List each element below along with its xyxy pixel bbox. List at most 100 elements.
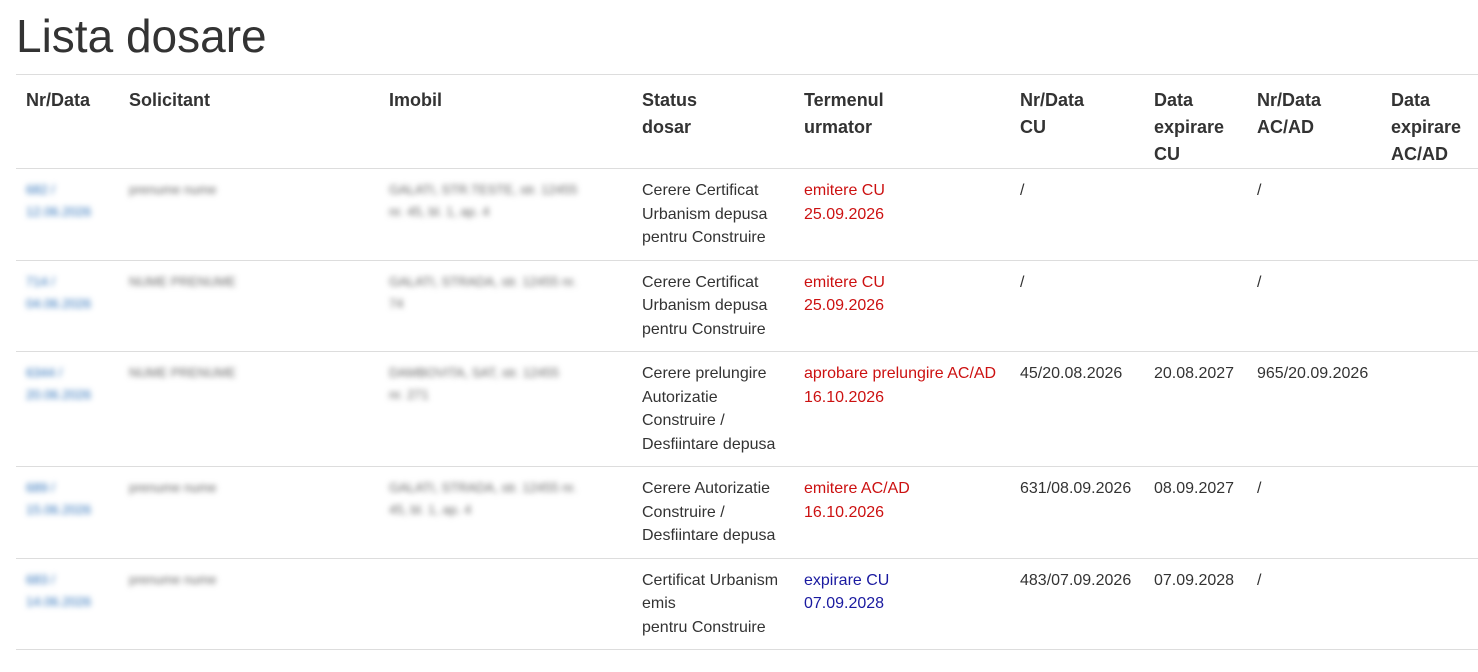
cell-nr-data-link[interactable]: 6344 /20.06.2026 xyxy=(16,351,119,467)
cell-status-line: pentru Construire xyxy=(642,618,766,636)
cell-solicitant-line: prenume nume xyxy=(129,480,217,495)
cell-termen: expirare CU 07.09.2028 xyxy=(794,558,1010,650)
cell-nr-data-link-redacted[interactable]: 714 /04.06.2026 xyxy=(26,271,109,315)
cell-status: Certificat Urbanism emis pentru Construire xyxy=(632,558,794,650)
cell-imobil-line: nr. 271 xyxy=(389,387,429,402)
cell-nr-data-ac-ad: / xyxy=(1247,260,1381,352)
cell-nr-data-link[interactable]: 714 /04.06.2026 xyxy=(16,260,119,352)
cell-solicitant-line: NUME PRENUME xyxy=(129,273,236,289)
dossier-table: Nr/Data Solicitant Imobil Status dosar Termen… xyxy=(16,74,1478,650)
cell-data-expirare-ac-ad xyxy=(1381,466,1478,559)
cell-imobil-redacted: DAMBOVITA, SAT, str. 12455 nr. 271 xyxy=(389,362,622,406)
header-data-expirare-cu: Data expirare CU xyxy=(1144,74,1247,169)
cell-status-line: Urbanism depusa xyxy=(642,205,768,223)
cell-solicitant-redacted: prenume nume xyxy=(129,179,369,201)
cell-nr-data-link-redacted[interactable]: 6344 /20.06.2026 xyxy=(26,362,109,406)
cell-data-expirare-cu xyxy=(1144,168,1247,261)
cell-nr-data-link[interactable]: 689 /15.06.2026 xyxy=(16,466,119,559)
table-row: 714 /04.06.2026 NUME PRENUME GALATI, STRAD… xyxy=(16,260,1478,352)
header-label-line: Nr/Data xyxy=(26,90,91,110)
header-label-line: CU xyxy=(1020,117,1046,137)
cell-nr-data-link-line[interactable]: 20.06.2026 xyxy=(26,384,109,406)
cell-termen-line: 25.09.2026 xyxy=(804,297,885,314)
header-label-line: Data xyxy=(1154,90,1194,110)
cell-nr-data-link-line[interactable]: 689 / xyxy=(26,477,109,499)
cell-data-expirare-ac-ad xyxy=(1381,168,1478,261)
cell-status-line: pentru Construire xyxy=(642,229,766,246)
header-label-line: AC/AD xyxy=(1391,144,1448,164)
cell-imobil-redacted: GALATI, STRADA, str. 12455 nr. 74 xyxy=(389,271,622,315)
cell-nr-data-link[interactable]: 682 /12.06.2026 xyxy=(16,168,119,261)
cell-termen: aprobare prelungire AC/AD 16.10.2026 xyxy=(794,351,1010,467)
cell-imobil-line: GALATI, STR.TESTE, str. 12455 xyxy=(389,182,578,197)
header-solicitant: Solicitant xyxy=(119,74,379,169)
header-label-line: Status xyxy=(642,90,698,110)
cell-nr-data-link-line[interactable]: 12.06.2026 xyxy=(26,201,109,223)
cell-status: Cerere Certificat Urbanism depusa pentru C… xyxy=(632,168,794,261)
cell-solicitant-redacted: prenume nume xyxy=(129,569,369,591)
header-label-line: CU xyxy=(1154,144,1180,164)
header-nr-data-cu: Nr/Data CU xyxy=(1010,74,1144,169)
header-termen: Termenul urmator xyxy=(794,74,1010,169)
cell-termen: emitere CU 25.09.2026 xyxy=(794,168,1010,261)
cell-data-expirare-cu: 20.08.2027 xyxy=(1144,351,1247,467)
cell-termen-line: emitere CU xyxy=(804,273,885,291)
cell-data-expirare-cu xyxy=(1144,260,1247,352)
cell-nr-data-link[interactable]: 683 /14.06.2026 xyxy=(16,558,119,650)
cell-nr-data-link-line[interactable]: 14.06.2026 xyxy=(26,591,109,613)
cell-nr-data-cu: 483/07.09.2026 xyxy=(1010,558,1144,650)
cell-termen-line: emitere AC/AD xyxy=(804,480,910,497)
cell-nr-data-link-line[interactable]: 6344 / xyxy=(26,362,109,384)
cell-status-line: pentru Construire xyxy=(642,320,766,338)
cell-nr-data-ac-ad: 965/20.09.2026 xyxy=(1247,351,1381,467)
cell-imobil: GALATI, STR.TESTE, str. 12455 nr. 45, bl.… xyxy=(379,168,632,261)
table-row: 682 /12.06.2026 prenume nume GALATI, STR.T… xyxy=(16,168,1478,261)
cell-solicitant-redacted: NUME PRENUME xyxy=(129,271,369,293)
header-label-line: Nr/Data xyxy=(1257,90,1322,110)
cell-termen-line: emitere CU xyxy=(804,182,885,199)
cell-status-line: Desfiintare depusa xyxy=(642,527,776,544)
cell-termen: emitere CU 25.09.2026 xyxy=(794,260,1010,352)
header-nr-data: Nr/Data xyxy=(16,74,119,169)
cell-solicitant: NUME PRENUME xyxy=(119,260,379,352)
cell-nr-data-cu: / xyxy=(1010,168,1144,261)
cell-imobil-line: nr. 45, bl. 1, ap. 4 xyxy=(389,204,490,219)
cell-nr-data-link-redacted[interactable]: 683 /14.06.2026 xyxy=(26,569,109,613)
cell-imobil: GALATI, STRADA, str. 12455 nr. 45, bl. 1,… xyxy=(379,466,632,559)
cell-data-expirare-cu: 08.09.2027 xyxy=(1144,466,1247,559)
cell-solicitant: prenume nume xyxy=(119,168,379,261)
cell-nr-data-cu: 631/08.09.2026 xyxy=(1010,466,1144,559)
cell-termen-line: expirare CU xyxy=(804,571,890,589)
cell-nr-data-link-line[interactable]: 04.06.2026 xyxy=(26,293,109,315)
cell-status: Cerere prelungire Autorizatie Construire /… xyxy=(632,351,794,467)
cell-imobil-redacted: GALATI, STR.TESTE, str. 12455 nr. 45, bl.… xyxy=(389,179,622,223)
cell-nr-data-ac-ad: / xyxy=(1247,466,1381,559)
header-label-line: Imobil xyxy=(389,90,442,110)
cell-nr-data-link-line[interactable]: 15.06.2026 xyxy=(26,499,109,521)
cell-nr-data-link-line[interactable]: 682 / xyxy=(26,179,109,201)
table-row: 689 /15.06.2026 prenume nume GALATI, STRAD… xyxy=(16,466,1478,559)
cell-solicitant-line: prenume nume xyxy=(129,571,217,587)
cell-nr-data-link-line[interactable]: 714 / xyxy=(26,271,109,293)
cell-imobil-redacted: GALATI, STRADA, str. 12455 nr. 45, bl. 1,… xyxy=(389,477,622,521)
cell-nr-data-link-redacted[interactable]: 689 /15.06.2026 xyxy=(26,477,109,521)
cell-status-line: Cerere prelungire xyxy=(642,365,767,382)
cell-nr-data-cu: 45/20.08.2026 xyxy=(1010,351,1144,467)
cell-nr-data-link-line[interactable]: 683 / xyxy=(26,569,109,591)
cell-nr-data-cu: / xyxy=(1010,260,1144,352)
cell-data-expirare-ac-ad xyxy=(1381,558,1478,650)
cell-status-line: Autorizatie xyxy=(642,388,718,406)
cell-termen-line: 16.10.2026 xyxy=(804,388,885,406)
cell-solicitant-line: prenume nume xyxy=(129,182,217,197)
cell-nr-data-link-redacted[interactable]: 682 /12.06.2026 xyxy=(26,179,109,223)
cell-status: Cerere Certificat Urbanism depusa pentru C… xyxy=(632,260,794,352)
cell-status-line: Cerere Certificat xyxy=(642,273,759,291)
header-label-line: Data xyxy=(1391,90,1431,110)
cell-data-expirare-cu: 07.09.2028 xyxy=(1144,558,1247,650)
cell-status-line: Construire / xyxy=(642,412,725,429)
cell-imobil xyxy=(379,558,632,650)
header-status: Status dosar xyxy=(632,74,794,169)
cell-imobil-line: 45, bl. 1, ap. 4 xyxy=(389,502,472,517)
page-title: Lista dosare xyxy=(16,10,267,62)
header-data-expirare-ac-ad: Data expirare AC/AD xyxy=(1381,74,1478,169)
